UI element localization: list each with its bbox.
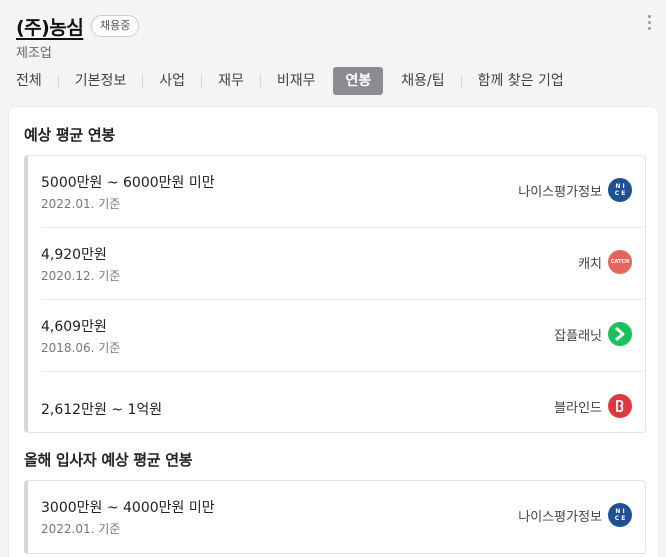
source-name: 나이스평가정보 [518,509,602,525]
nice-logo-icon: N I C E [608,178,632,202]
salary-amount: 2,612만원 ~ 1억원 [41,401,163,418]
more-options-icon[interactable] [644,14,654,34]
salary-row: 2,612만원 ~ 1억원 블라인드 [41,372,645,444]
company-industry: 제조업 [16,46,52,61]
salary-panel: 예상 평균 연봉 5000만원 ~ 6000만원 미만 2022.01. 기준 … [8,106,659,557]
salary-source[interactable]: 블라인드 [554,394,632,418]
salary-row: 4,920만원 2020.12. 기준 캐치 CATCH [41,228,645,300]
tab-non-finance[interactable]: 비재무 [261,67,332,95]
tab-related-companies[interactable]: 함께 찾은 기업 [462,67,580,95]
salary-date: 2022.01. 기준 [41,522,121,536]
salary-date: 2020.12. 기준 [41,269,121,283]
salary-amount: 4,920만원 [41,247,107,263]
salary-row: 4,609만원 2018.06. 기준 잡플래닛 [41,300,645,372]
company-header: (주)농심 채용중 제조업 전체 기본정보 사업 재무 비재무 연봉 채용/팁 … [0,0,666,106]
hiring-status-badge[interactable]: 채용중 [91,15,140,37]
source-name: 잡플래닛 [554,328,602,344]
salary-date: 2018.06. 기준 [41,341,121,355]
tab-overview[interactable]: 전체 [0,67,58,95]
company-name[interactable]: (주)농심 [16,13,84,40]
salary-source[interactable]: 캐치 CATCH [578,250,632,274]
salary-amount: 4,609만원 [41,319,107,335]
tab-hiring-tips[interactable]: 채용/팁 [385,67,460,95]
salary-row: 3000만원 ~ 4000만원 미만 2022.01. 기준 나이스평가정보 N… [41,481,645,553]
tab-salary[interactable]: 연봉 [333,67,384,95]
tab-business[interactable]: 사업 [143,67,201,95]
new-hire-salary-title: 올해 입사자 예상 평균 연봉 [24,451,193,469]
salary-source[interactable]: 나이스평가정보 N I C E [518,503,632,527]
blind-logo-icon [608,394,632,418]
tab-basic-info[interactable]: 기본정보 [59,67,143,95]
source-name: 캐치 [578,256,602,272]
catch-logo-icon: CATCH [608,250,632,274]
salary-amount: 5000만원 ~ 6000만원 미만 [41,175,215,191]
company-tabs: 전체 기본정보 사업 재무 비재무 연봉 채용/팁 함께 찾은 기업 [0,67,580,95]
expected-salary-title: 예상 평균 연봉 [24,126,115,144]
source-name: 블라인드 [554,400,602,416]
salary-source[interactable]: 나이스평가정보 N I C E [518,178,632,202]
source-name: 나이스평가정보 [518,184,602,200]
salary-amount: 3000만원 ~ 4000만원 미만 [41,500,215,516]
tab-finance[interactable]: 재무 [202,67,260,95]
new-hire-salary-card: 3000만원 ~ 4000만원 미만 2022.01. 기준 나이스평가정보 N… [24,480,646,554]
expected-salary-card: 5000만원 ~ 6000만원 미만 2022.01. 기준 나이스평가정보 N… [24,155,646,433]
salary-source[interactable]: 잡플래닛 [554,322,632,346]
jobplanet-logo-icon [608,322,632,346]
salary-row: 5000만원 ~ 6000만원 미만 2022.01. 기준 나이스평가정보 N… [41,156,645,228]
salary-date: 2022.01. 기준 [41,197,121,211]
nice-logo-icon: N I C E [608,503,632,527]
